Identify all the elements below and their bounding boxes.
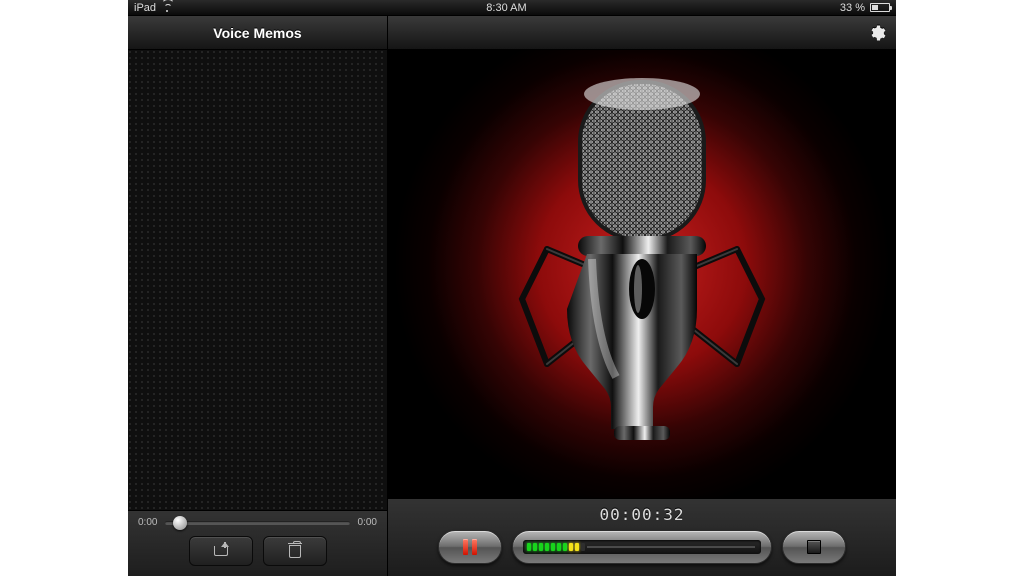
level-meter bbox=[512, 530, 772, 564]
wifi-icon bbox=[161, 3, 173, 12]
battery-percent: 33 % bbox=[840, 2, 865, 14]
playback-panel: 0:00 0:00 bbox=[128, 510, 387, 576]
device-label: iPad bbox=[134, 2, 156, 14]
memo-list[interactable] bbox=[128, 50, 387, 510]
settings-button[interactable] bbox=[868, 24, 886, 42]
pause-icon bbox=[463, 539, 477, 555]
recording-timer: 00:00:32 bbox=[599, 505, 684, 524]
microphone-icon bbox=[492, 64, 792, 484]
recording-controls: 00:00:32 bbox=[388, 498, 896, 576]
scrubber-track[interactable] bbox=[165, 521, 349, 525]
remaining-time: 0:00 bbox=[358, 517, 377, 528]
status-bar: iPad 8:30 AM 33 % bbox=[128, 0, 896, 16]
sidebar-title: Voice Memos bbox=[128, 16, 387, 50]
gear-icon bbox=[868, 24, 886, 42]
delete-button[interactable] bbox=[263, 536, 327, 566]
elapsed-time: 0:00 bbox=[138, 517, 157, 528]
share-button[interactable] bbox=[189, 536, 253, 566]
microphone-visual bbox=[388, 50, 896, 498]
stop-button[interactable] bbox=[782, 530, 846, 564]
main-header bbox=[388, 16, 896, 50]
sidebar: Voice Memos 0:00 0:00 bbox=[128, 16, 388, 576]
app-window: iPad 8:30 AM 33 % Voice Memos 0:00 0:00 bbox=[128, 0, 896, 576]
battery-icon bbox=[870, 3, 890, 12]
pause-button[interactable] bbox=[438, 530, 502, 564]
trash-icon bbox=[289, 545, 301, 558]
share-icon bbox=[214, 546, 228, 556]
main-panel: 00:00:32 bbox=[388, 16, 896, 576]
clock: 8:30 AM bbox=[486, 2, 526, 14]
stop-icon bbox=[807, 540, 821, 554]
scrubber-knob[interactable] bbox=[173, 516, 187, 530]
